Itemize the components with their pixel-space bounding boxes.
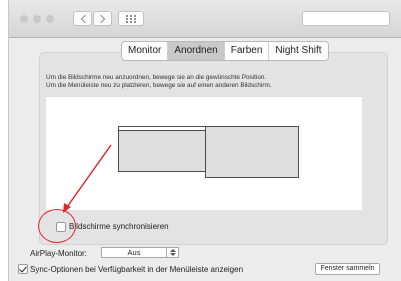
minimize-button[interactable] bbox=[33, 15, 41, 23]
arrange-hint-line-2: Um die Menüleiste neu zu platzieren, bew… bbox=[46, 82, 272, 89]
tab-colors[interactable]: Farben bbox=[225, 42, 270, 60]
sync-options-label: Sync-Optionen bei Verfügbarkeit in der M… bbox=[30, 265, 244, 274]
title-bar bbox=[9, 0, 401, 38]
gather-windows-button[interactable]: Fenster sammeln bbox=[315, 263, 380, 275]
mirror-displays-label: Bildschirme synchronisieren bbox=[69, 222, 169, 231]
airplay-select[interactable]: Aus bbox=[101, 247, 179, 258]
forward-button[interactable] bbox=[93, 11, 112, 26]
tab-night-shift[interactable]: Night Shift bbox=[269, 42, 327, 60]
zoom-button[interactable] bbox=[46, 15, 54, 23]
select-arrows-icon bbox=[166, 248, 178, 257]
chevron-right-icon bbox=[96, 14, 106, 24]
annotation-circle bbox=[38, 209, 76, 243]
airplay-label: AirPlay-Monitor: bbox=[30, 249, 87, 258]
search-field[interactable] bbox=[302, 11, 390, 26]
chevron-left-icon bbox=[80, 14, 90, 24]
menu-bar-indicator[interactable] bbox=[119, 127, 205, 131]
display-primary[interactable] bbox=[118, 126, 206, 172]
airplay-select-value: Aus bbox=[127, 248, 141, 257]
tab-monitor[interactable]: Monitor bbox=[122, 42, 169, 60]
close-button[interactable] bbox=[20, 15, 28, 23]
tab-arrange[interactable]: Anordnen bbox=[168, 42, 225, 60]
back-button[interactable] bbox=[73, 11, 92, 26]
tab-bar: Monitor Anordnen Farben Night Shift bbox=[121, 41, 329, 61]
arrange-hint-line-1: Um die Bildschirme neu anzuordnen, beweg… bbox=[46, 74, 267, 81]
sync-options-checkbox[interactable] bbox=[18, 264, 28, 274]
display-arrangement-area bbox=[46, 97, 362, 210]
display-secondary[interactable] bbox=[205, 126, 299, 178]
show-all-button[interactable] bbox=[118, 11, 144, 26]
